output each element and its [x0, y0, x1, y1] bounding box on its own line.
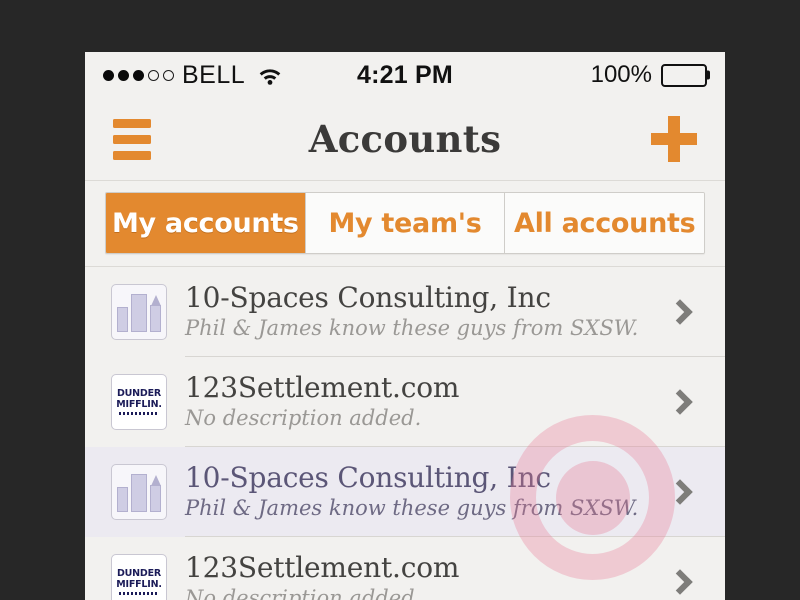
account-subtitle: No description added.	[185, 586, 422, 600]
battery-full-icon	[661, 63, 710, 87]
logo-line-2: MIFFLIN.	[116, 578, 162, 590]
signal-dot-3	[133, 69, 144, 81]
city-skyline-icon	[111, 284, 167, 340]
building-short	[117, 487, 128, 512]
segmented-control-container: My accounts My team's All accounts	[85, 181, 725, 267]
building-tall	[131, 294, 147, 332]
list-item-selected[interactable]: 10-Spaces Consulting, Inc Phil & James k…	[85, 447, 725, 537]
building-tall	[131, 474, 147, 512]
logo-line-1: DUNDER	[116, 387, 162, 399]
status-bar-left: BELL	[103, 61, 283, 90]
logo-line-1: DUNDER	[116, 567, 162, 579]
clock-label: 4:21 PM	[357, 60, 453, 89]
chevron-right-icon[interactable]	[667, 389, 693, 415]
hamburger-bar-1	[113, 118, 151, 128]
tab-all-accounts[interactable]: All accounts	[504, 193, 704, 253]
status-bar-right: 100%	[590, 61, 710, 89]
list-item-text: 123Settlement.com No description added.	[185, 550, 671, 600]
carrier-label: BELL	[182, 60, 246, 89]
account-title: 123Settlement.com	[185, 370, 460, 404]
wifi-icon	[257, 65, 283, 85]
hamburger-bar-3	[113, 150, 151, 160]
dunder-mifflin-logo: DUNDER MIFFLIN.	[111, 374, 167, 430]
page-title: Accounts	[308, 117, 502, 161]
signal-dot-1	[103, 69, 114, 81]
segmented-control: My accounts My team's All accounts	[105, 192, 705, 254]
logo-tagline-bar	[119, 412, 159, 416]
tab-my-accounts[interactable]: My accounts	[106, 193, 305, 253]
hamburger-menu-icon[interactable]	[113, 118, 151, 160]
list-item[interactable]: DUNDER MIFFLIN. 123Settlement.com No des…	[85, 537, 725, 600]
logo-line-2: MIFFLIN.	[116, 398, 162, 410]
list-item[interactable]: DUNDER MIFFLIN. 123Settlement.com No des…	[85, 357, 725, 447]
phone-screen: BELL 4:21 PM 100% Accounts My accounts M…	[85, 52, 725, 600]
chevron-right-icon[interactable]	[667, 479, 693, 505]
dunder-mifflin-logo: DUNDER MIFFLIN.	[111, 554, 167, 600]
account-title: 10-Spaces Consulting, Inc	[185, 460, 551, 494]
account-title: 123Settlement.com	[185, 550, 460, 584]
battery-cap	[706, 70, 710, 80]
account-subtitle: Phil & James know these guys from SXSW.	[185, 496, 639, 521]
signal-dot-2	[118, 69, 129, 81]
building-short	[117, 307, 128, 332]
city-skyline-icon	[111, 464, 167, 520]
chevron-right-icon[interactable]	[667, 299, 693, 325]
list-item-text: 10-Spaces Consulting, Inc Phil & James k…	[185, 460, 671, 523]
status-bar: BELL 4:21 PM 100%	[85, 52, 725, 98]
signal-dot-5	[163, 69, 174, 81]
list-item[interactable]: 10-Spaces Consulting, Inc Phil & James k…	[85, 267, 725, 357]
account-subtitle: No description added.	[185, 406, 422, 431]
signal-dot-4	[148, 69, 159, 81]
chevron-right-icon[interactable]	[667, 569, 693, 595]
navigation-bar: Accounts	[85, 98, 725, 181]
list-item-text: 123Settlement.com No description added.	[185, 370, 671, 433]
list-item-text: 10-Spaces Consulting, Inc Phil & James k…	[185, 280, 671, 343]
canvas: BELL 4:21 PM 100% Accounts My accounts M…	[0, 0, 800, 600]
account-subtitle: Phil & James know these guys from SXSW.	[185, 316, 639, 341]
plus-icon[interactable]	[651, 116, 697, 162]
accounts-list: 10-Spaces Consulting, Inc Phil & James k…	[85, 267, 725, 600]
tab-my-teams[interactable]: My team's	[304, 193, 505, 253]
hamburger-bar-2	[113, 134, 151, 144]
building-spire	[150, 485, 161, 512]
building-spire	[150, 305, 161, 332]
logo-tagline-bar	[119, 592, 159, 596]
account-title: 10-Spaces Consulting, Inc	[185, 280, 551, 314]
signal-strength-dots	[103, 69, 174, 81]
battery-percent-label: 100%	[590, 61, 652, 88]
